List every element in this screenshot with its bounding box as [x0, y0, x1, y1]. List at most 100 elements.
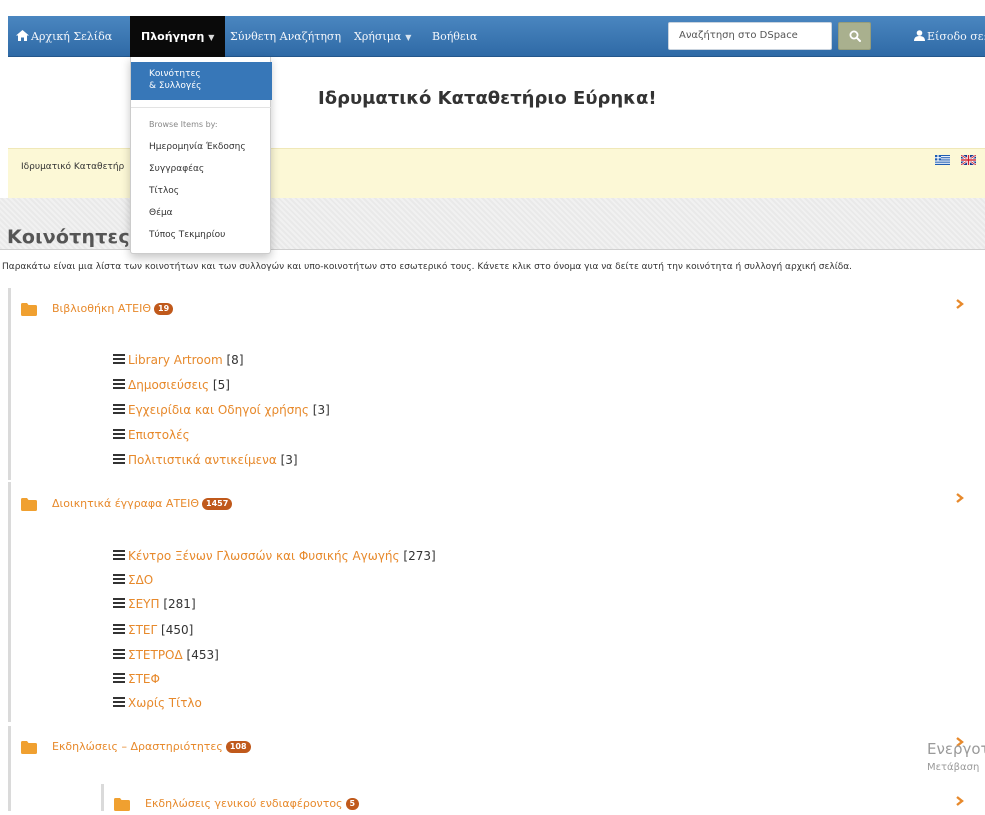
list-icon: [113, 574, 125, 584]
dropdown-item-type[interactable]: Τύπος Τεκμηρίου: [149, 230, 225, 240]
collection-item[interactable]: Επιστολές: [113, 428, 190, 444]
list-icon: [113, 429, 125, 439]
list-icon: [113, 550, 125, 560]
collection-link[interactable]: Χωρίς Τίτλο: [128, 696, 202, 710]
collection-count: [273]: [403, 549, 436, 563]
help-label: Βοήθεια: [432, 30, 478, 43]
subcommunity-link[interactable]: Εκδηλώσεις γενικού ενδιαφέροντος 5: [145, 797, 360, 810]
dropdown-item-date[interactable]: Ημερομηνία Έκδοσης: [149, 142, 246, 152]
home-link[interactable]: Αρχική Σελίδα: [16, 16, 112, 57]
list-icon: [113, 454, 125, 464]
list-icon: [113, 649, 125, 659]
collection-count: [5]: [212, 378, 230, 392]
breadcrumb-link[interactable]: Ιδρυματικό Καταθετήρ: [21, 162, 124, 172]
list-icon: [113, 354, 125, 364]
folder-icon: [21, 741, 37, 754]
collection-item[interactable]: ΣΔΟ: [113, 573, 153, 589]
activation-watermark-subtitle: Μετάβαση: [927, 762, 980, 773]
item-count-badge: 1457: [202, 498, 233, 510]
collection-item[interactable]: ΣΤΕΦ: [113, 672, 160, 688]
top-navbar: Αρχική Σελίδα Πλοήγηση ▼ Σύνθετη Αναζήτησ…: [8, 16, 985, 57]
chevron-right-icon[interactable]: [956, 493, 964, 503]
login-label: Είσοδο σε:: [927, 30, 985, 43]
search-placeholder: Αναζήτηση στο DSpace: [679, 30, 798, 41]
search-icon: [849, 30, 861, 42]
section-heading: Κοινότητες κ: [7, 226, 151, 248]
browse-menu-toggle[interactable]: Πλοήγηση ▼: [130, 16, 226, 57]
collection-item[interactable]: ΣΤΕΤΡΟΔ [453]: [113, 648, 219, 664]
community-border: [8, 288, 11, 480]
item-count-badge: 19: [154, 303, 174, 315]
collection-count: [3]: [312, 403, 330, 417]
collection-count: [281]: [163, 597, 196, 611]
chevron-right-icon[interactable]: [956, 299, 964, 309]
collection-item[interactable]: Κέντρο Ξένων Γλωσσών και Φυσικής Αγωγής …: [113, 549, 436, 565]
community-link[interactable]: Εκδηλώσεις – Δραστηριότητες 108: [52, 740, 251, 753]
caret-down-icon: ▼: [208, 33, 215, 42]
dropdown-item-communities[interactable]: Κοινότητες & Συλλογές: [131, 62, 272, 100]
activation-watermark-title: Ενεργοτ: [927, 740, 985, 758]
caret-down-icon: ▼: [405, 33, 412, 42]
intro-text: Παρακάτω είναι μια λίστα των κοινοτήτων …: [2, 262, 853, 272]
community-link[interactable]: Διοικητικά έγγραφα ΑΤΕΙΘ 1457: [52, 497, 233, 510]
dropdown-item-line: Κοινότητες: [149, 69, 201, 79]
collection-item[interactable]: Library Artroom [8]: [113, 353, 244, 369]
user-icon: [914, 30, 925, 41]
login-menu-toggle[interactable]: Είσοδο σε:▼: [914, 16, 985, 57]
tools-label: Χρήσιμα: [354, 30, 402, 43]
home-label: Αρχική Σελίδα: [31, 30, 113, 43]
greek-flag-icon[interactable]: [935, 155, 950, 165]
collection-link[interactable]: ΣΤΕΓ: [128, 623, 157, 637]
list-icon: [113, 673, 125, 683]
collection-link[interactable]: Library Artroom: [128, 353, 223, 367]
collection-link[interactable]: Πολιτιστικά αντικείμενα: [128, 453, 277, 467]
page-title: Ιδρυματικό Καταθετήριο Εύρηκα!: [318, 88, 657, 109]
item-count-badge: 5: [345, 798, 360, 810]
folder-icon: [21, 498, 37, 511]
collection-link[interactable]: ΣΤΕΤΡΟΔ: [128, 648, 183, 662]
collection-count: [450]: [161, 623, 194, 637]
collection-link[interactable]: ΣΤΕΦ: [128, 672, 160, 686]
community-border: [8, 482, 11, 722]
collection-link[interactable]: ΣΔΟ: [128, 573, 153, 587]
browse-dropdown-menu: Κοινότητες & Συλλογές Browse Items by: Η…: [130, 57, 272, 254]
folder-icon: [114, 798, 130, 811]
list-icon: [113, 379, 125, 389]
collection-link[interactable]: ΣΕΥΠ: [128, 597, 160, 611]
help-link[interactable]: Βοήθεια: [432, 16, 477, 57]
search-input[interactable]: Αναζήτηση στο DSpace: [668, 22, 832, 50]
collection-link[interactable]: Επιστολές: [128, 428, 190, 442]
collection-link[interactable]: Δημοσιεύσεις: [128, 378, 209, 392]
dropdown-item-subject[interactable]: Θέμα: [149, 208, 173, 218]
chevron-right-icon[interactable]: [956, 796, 964, 806]
home-icon: [16, 30, 29, 41]
collection-item[interactable]: Πολιτιστικά αντικείμενα [3]: [113, 453, 298, 469]
collection-count: [3]: [280, 453, 298, 467]
collection-link[interactable]: Κέντρο Ξένων Γλωσσών και Φυσικής Αγωγής: [128, 549, 400, 563]
list-icon: [113, 624, 125, 634]
advanced-search-label: Σύνθετη Αναζήτηση: [230, 30, 342, 43]
collection-item[interactable]: ΣΤΕΓ [450]: [113, 623, 193, 639]
folder-icon: [21, 303, 37, 316]
dropdown-item-title[interactable]: Τίτλος: [149, 186, 179, 196]
advanced-search-link[interactable]: Σύνθετη Αναζήτηση: [230, 16, 341, 57]
subcommunity-name: Εκδηλώσεις γενικού ενδιαφέροντος: [145, 797, 343, 810]
collection-item[interactable]: Χωρίς Τίτλο: [113, 696, 202, 712]
community-link[interactable]: Βιβλιοθήκη ΑΤΕΙΘ 19: [52, 302, 174, 315]
list-icon: [113, 697, 125, 707]
collection-item[interactable]: ΣΕΥΠ [281]: [113, 597, 196, 613]
tools-menu-toggle[interactable]: Χρήσιμα ▼: [354, 16, 411, 57]
dropdown-item-communities-label: Κοινότητες & Συλλογές: [149, 68, 201, 92]
item-count-badge: 108: [225, 741, 251, 753]
collection-item[interactable]: Εγχειρίδια και Οδηγοί χρήσης [3]: [113, 403, 330, 419]
list-icon: [113, 598, 125, 608]
search-button[interactable]: [838, 22, 871, 50]
community-name: Βιβλιοθήκη ΑΤΕΙΘ: [52, 302, 151, 315]
collection-item[interactable]: Δημοσιεύσεις [5]: [113, 378, 230, 394]
community-name: Διοικητικά έγγραφα ΑΤΕΙΘ: [52, 497, 200, 510]
uk-flag-icon[interactable]: [961, 155, 976, 165]
collection-link[interactable]: Εγχειρίδια και Οδηγοί χρήσης: [128, 403, 309, 417]
collection-count: [8]: [226, 353, 244, 367]
dropdown-item-author[interactable]: Συγγραφέας: [149, 164, 204, 174]
subcommunity-border: [101, 784, 104, 811]
